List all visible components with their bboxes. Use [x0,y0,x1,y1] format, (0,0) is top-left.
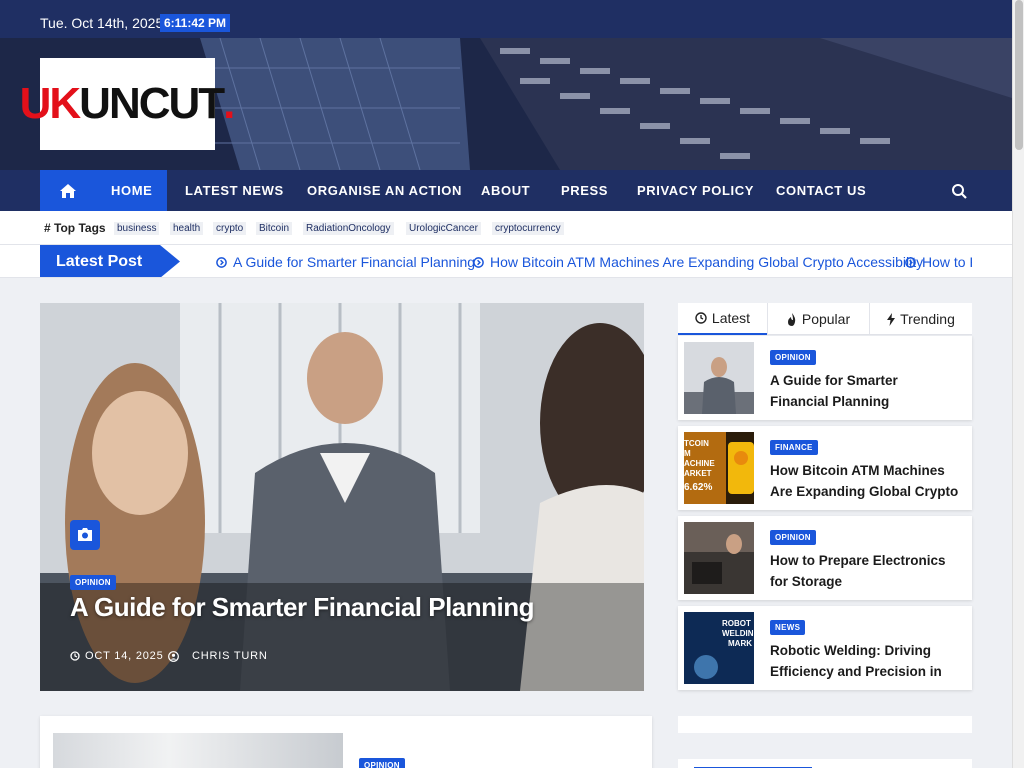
header-banner: UK UNCUT. [0,38,1012,170]
tab-popular[interactable]: Popular [767,303,869,335]
search-icon[interactable] [948,181,970,201]
latest-post-ticker: Latest Post A Guide for Smarter Financia… [0,245,1012,278]
sidebar-post-title[interactable]: Robotic Welding: Driving Efficiency and … [770,640,960,682]
post-thumbnail [53,733,343,768]
arrow-circle-icon [905,256,916,268]
tag-link[interactable]: business [114,222,160,235]
arrow-circle-icon [473,256,484,268]
tab-label: Popular [801,311,851,327]
post-date-text: OCT 14, 2025 [85,650,164,662]
user-icon [168,650,179,662]
ticker-track: A Guide for Smarter Financial Planning H… [210,245,972,277]
sidebar-post[interactable]: ROBOT WELDIN MARK NEWS Robotic Welding: Dr… [678,606,972,690]
tag-link[interactable]: cryptocurrency [492,222,564,235]
clock-icon [695,312,707,324]
sidebar-post-title[interactable]: How to Prepare Electronics for Storage [770,550,960,592]
nav-label: PRIVACY POLICY [637,183,754,198]
nav-label: HOME [111,183,153,198]
nav-item-latest-news[interactable]: LATEST NEWS [170,170,299,211]
sidebar-post-title[interactable]: A Guide for Smarter Financial Planning [770,370,960,412]
sidebar-widget [678,759,972,768]
nav-label: PRESS [561,183,609,198]
post-thumbnail [684,522,754,594]
nav-item-about[interactable]: ABOUT [466,170,545,211]
top-bar: Tue. Oct 14th, 2025 6:11:42 PM [0,0,1012,38]
ticker-text: A Guide for Smarter Financial Planning [233,254,476,270]
nav-label: ORGANISE AN ACTION [307,183,463,198]
fire-icon [787,312,796,326]
ticker-item[interactable]: A Guide for Smarter Financial Planning [216,254,475,270]
post-author-text: CHRIS TURN [192,650,268,662]
category-badge[interactable]: OPINION [770,530,816,545]
nav-label: ABOUT [481,183,531,198]
current-time: 6:11:42 PM [160,14,231,32]
nav-item-home[interactable]: HOME [96,170,168,211]
home-icon[interactable] [40,170,96,211]
logo-uncut: UNCUT [79,79,225,128]
category-badge[interactable]: FINANCE [770,440,818,455]
featured-image [40,303,644,691]
post-author[interactable]: CHRIS TURN [168,650,268,662]
tag-link[interactable]: UrologicCancer [406,222,481,235]
tab-label: Latest [711,310,751,326]
tag-link[interactable]: RadiationOncology [303,222,394,235]
nav-item-press[interactable]: PRESS [546,170,623,211]
post-date: OCT 14, 2025 [70,650,164,662]
sidebar-post[interactable]: OPINION How to Prepare Electronics for S… [678,516,972,600]
page-scrollbar[interactable] [1012,0,1024,768]
featured-title[interactable]: A Guide for Smarter Financial Planning [70,592,535,623]
ticker-item[interactable]: How to P [905,254,972,270]
bolt-icon [887,312,896,326]
scrollbar-thumb[interactable] [1015,0,1023,150]
category-badge[interactable]: OPINION [770,350,816,365]
main-nav: HOME LATEST NEWS ORGANISE AN ACTION ABOU… [0,170,1012,211]
camera-icon [70,520,100,550]
tag-link[interactable]: Bitcoin [256,222,293,235]
category-badge[interactable]: NEWS [770,620,806,635]
post-thumbnail [684,342,754,414]
tab-trending[interactable]: Trending [869,303,972,335]
sidebar-widget [678,716,972,733]
nav-label: LATEST NEWS [185,183,284,198]
post-card[interactable]: OPINION [40,716,652,768]
logo-uk: UK [19,79,82,128]
top-tags-label: # Top Tags [44,221,106,235]
nav-item-contact-us[interactable]: CONTACT US [761,170,881,211]
ticker-text: How Bitcoin ATM Machines Are Expanding G… [490,254,924,270]
sidebar-post[interactable]: TCOIN M ACHINE ARKET 6.62% FINANCE How Bitco… [678,426,972,510]
hash-icon: # [44,221,55,235]
tag-link[interactable]: health [170,222,204,235]
post-thumbnail: TCOIN M ACHINE ARKET 6.62% [684,432,754,504]
arrow-circle-icon [216,256,227,268]
category-badge[interactable]: OPINION [359,758,405,768]
featured-post[interactable]: OPINION A Guide for Smarter Financial Pl… [40,303,644,691]
category-badge[interactable]: OPINION [70,575,116,590]
tab-latest[interactable]: Latest [678,303,767,335]
latest-post-label: Latest Post [40,245,180,277]
nav-label: CONTACT US [776,183,867,198]
ticker-text: How to P [922,254,972,270]
clock-icon [70,651,80,661]
logo-dot: . [223,79,236,128]
sidebar-post[interactable]: OPINION A Guide for Smarter Financial Pl… [678,336,972,420]
current-date: Tue. Oct 14th, 2025 [40,15,164,31]
sidebar-tabs: Latest Popular Trending [678,303,972,335]
nav-item-privacy-policy[interactable]: PRIVACY POLICY [622,170,769,211]
tab-label: Trending [900,311,955,327]
site-logo[interactable]: UK UNCUT. [20,58,235,150]
top-tags-text: Top Tags [54,221,106,235]
tag-link[interactable]: crypto [213,222,247,235]
ticker-item[interactable]: How Bitcoin ATM Machines Are Expanding G… [473,254,923,270]
top-tags-bar: # Top Tags business health crypto Bitcoi… [0,211,1012,245]
post-thumbnail: ROBOT WELDIN MARK [684,612,754,684]
nav-item-organise-an-action[interactable]: ORGANISE AN ACTION [292,170,477,211]
sidebar-post-title[interactable]: How Bitcoin ATM Machines Are Expanding G… [770,460,960,502]
